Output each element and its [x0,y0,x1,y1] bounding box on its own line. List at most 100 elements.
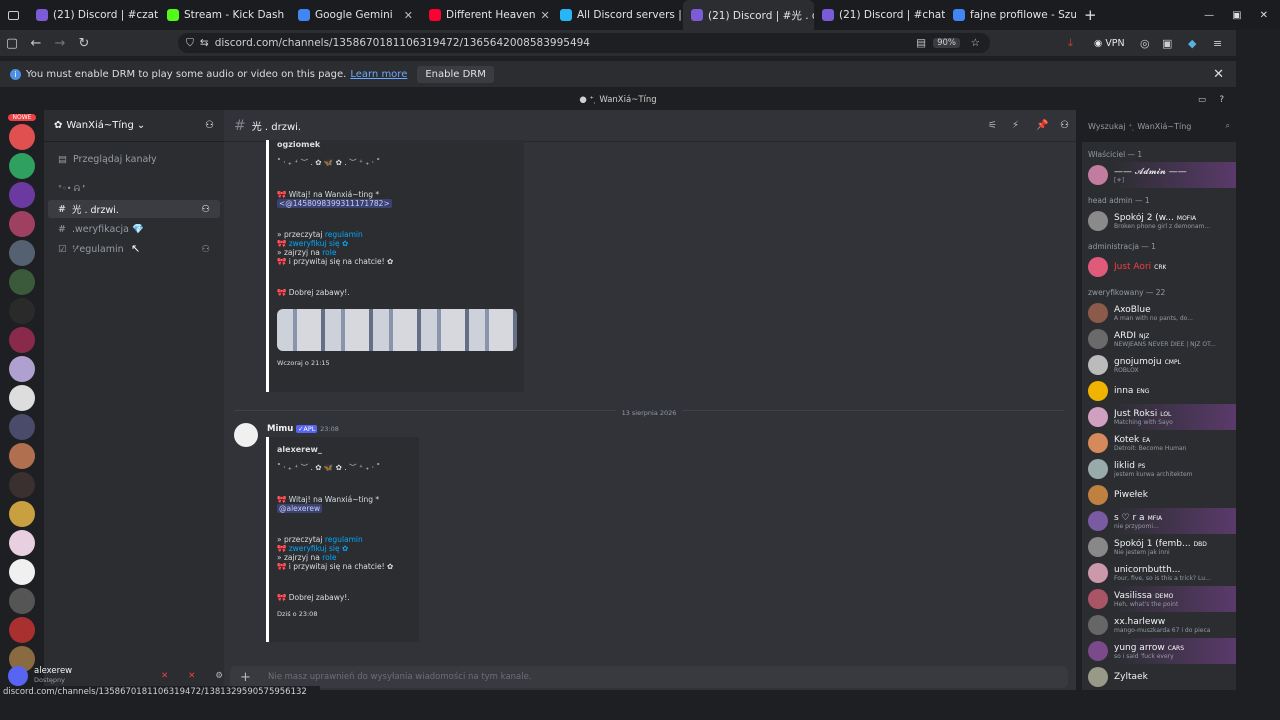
download-icon[interactable]: ⤓ [1068,36,1073,50]
server-icon[interactable] [9,588,35,614]
member-item[interactable]: inna ENG [1082,378,1236,404]
member-item[interactable]: unicornbutth... Four, five, so is this a … [1082,560,1236,586]
browser-tab[interactable]: (21) Discord | #czat✕ [28,0,159,30]
browser-tab[interactable]: Stream - Kick Dash✕ [159,0,290,30]
regulamin-link-2[interactable]: regulamin [325,535,363,544]
reload-button[interactable]: ↻ [72,36,96,51]
channel-category[interactable]: °◦• ᕱ ❜ [48,180,220,198]
browser-tab[interactable]: Google Gemini ✕ [290,0,421,30]
roles-link[interactable]: role [322,248,336,257]
mute-mic-icon[interactable]: ✕ [161,671,168,681]
new-tab-button[interactable]: + [1076,0,1105,30]
member-search-input[interactable]: Wyszukaj ⁺ ̣ WanXiá~Tíng [1088,122,1191,131]
help-icon[interactable]: ? [1219,95,1224,105]
server-icon[interactable] [9,182,35,208]
window-controls[interactable]: — ▣ ✕ [1204,10,1280,21]
member-item[interactable]: Piwełek [1082,482,1236,508]
server-icon[interactable] [9,240,35,266]
member-item[interactable]: yung arrow CARS so i said 'fuck every [1082,638,1236,664]
pin-icon[interactable]: 📌 [1036,120,1048,131]
server-icon[interactable] [9,385,35,411]
mute-icon[interactable]: ⚡ [1012,120,1019,131]
channel-item[interactable]: # .weryfikacja 💎 [48,220,220,238]
browser-tab[interactable]: (21) Discord | #chato✕ [814,0,945,30]
roles-link-2[interactable]: role [322,553,336,562]
user-mention[interactable]: <@1458098399311171782> [277,199,392,208]
url-field[interactable]: ⛉ ⇆ discord.com/channels/135867018110631… [178,33,990,53]
regulamin-link[interactable]: regulamin [325,230,363,239]
user-info[interactable]: alexerew Dostępny [34,667,72,685]
add-member-icon[interactable]: ⚇ [201,244,210,255]
member-item[interactable]: Spokój 2 (w... MOFIA Broken phone girl z d… [1082,208,1236,234]
channel-item[interactable]: # 光 . drzwi. ⚇ [48,200,220,218]
user-avatar[interactable] [8,666,28,686]
server-icon[interactable] [9,501,35,527]
member-item[interactable]: Just Roksi LOL Matching with Sayo [1082,404,1236,430]
sidebar-toggle-icon[interactable]: ▢ [0,36,24,51]
member-item[interactable]: ARDI NJZ NEWJEANS NEVER DIEE | NJZ OT... [1082,326,1236,352]
server-icon[interactable] [9,211,35,237]
browser-tab[interactable]: All Discord servers | D✕ [552,0,683,30]
close-tab-icon[interactable]: ✕ [404,9,413,22]
member-item[interactable]: xx.harleww mango-muszkarda 67 i do pieca [1082,612,1236,638]
member-list-icon[interactable]: ⚇ [1060,120,1069,131]
member-item[interactable]: —— 𝓐𝓭𝓶𝓲𝓷 —— [⚜] [1082,162,1236,188]
server-icon[interactable] [9,327,35,353]
server-icon[interactable] [9,443,35,469]
forward-button[interactable]: → [48,36,72,51]
server-icon[interactable] [9,472,35,498]
site-settings-icon[interactable]: ⇆ [200,37,209,49]
member-item[interactable]: Zyltaek [1082,664,1236,690]
close-window-icon[interactable]: ✕ [1260,10,1268,21]
browser-tab[interactable]: Different Heaven ✕ [421,0,552,30]
member-item[interactable]: AxoBlue A man with no pants, do... [1082,300,1236,326]
browser-tab[interactable]: fajne profilowe - Szuk✕ [945,0,1076,30]
threads-icon[interactable]: ⚟ [988,120,997,131]
minimize-icon[interactable]: — [1204,10,1214,21]
close-tab-icon[interactable]: ✕ [540,9,549,22]
server-icon[interactable] [9,269,35,295]
inbox-icon[interactable]: ▭ [1198,95,1206,105]
add-attachment-icon[interactable]: + [240,670,251,685]
server-icon[interactable] [9,559,35,585]
zoom-level[interactable]: 90% [933,38,960,48]
server-icon[interactable] [9,617,35,643]
server-icon[interactable] [9,414,35,440]
member-item[interactable]: Just Aori CRK [1082,254,1236,280]
user-settings-icon[interactable]: ⚙ [215,671,223,681]
enable-drm-button[interactable]: Enable DRM [417,65,494,83]
member-item[interactable]: liklid PS jestem kurwa architektem [1082,456,1236,482]
profile-icon[interactable]: ◎ [1140,37,1150,50]
server-icon[interactable] [9,298,35,324]
avatar[interactable] [234,423,258,447]
maximize-icon[interactable]: ▣ [1232,10,1241,21]
member-item[interactable]: gnojumoju CMPL ROBLOX [1082,352,1236,378]
browse-channels[interactable]: ▤ Przeglądaj kanały [48,150,220,168]
member-item[interactable]: s ♡ r a MFIA nie przypomi... [1082,508,1236,534]
member-item[interactable]: Spokój 1 (femb... DBD Nie jestem jak inni [1082,534,1236,560]
server-icon[interactable] [9,124,35,150]
back-button[interactable]: ← [24,36,48,51]
reader-icon[interactable]: ▤ [916,37,926,49]
wallet-icon[interactable]: ▣ [1162,37,1172,50]
member-item[interactable]: Vasilissa DEMO Heh, what's the point [1082,586,1236,612]
message-author[interactable]: Mimu [267,424,293,434]
extension-icon[interactable]: ◆ [1188,37,1196,50]
close-icon[interactable]: ✕ [1213,67,1224,82]
learn-more-link[interactable]: Learn more [350,69,407,80]
tab-search-button[interactable] [0,0,28,30]
deafen-icon[interactable]: ✕ [188,671,195,681]
vpn-button[interactable]: ◉ VPN [1094,38,1125,49]
server-icon[interactable] [9,356,35,382]
bookmark-star-icon[interactable]: ☆ [971,37,980,49]
server-header[interactable]: ✿ WanXiá~Tíng ⌄ ⚇ [44,110,224,142]
user-mention-2[interactable]: @alexerew [277,504,323,513]
menu-icon[interactable]: ≡ [1213,37,1222,50]
invite-icon[interactable]: ⚇ [205,120,214,131]
server-icon[interactable] [9,530,35,556]
member-search[interactable]: Wyszukaj ⁺ ̣ WanXiá~Tíng ⌕ [1082,110,1236,142]
server-icon[interactable] [9,153,35,179]
browser-tab[interactable]: (21) Discord | #光 . d✕ [683,0,814,30]
member-item[interactable]: Kotek EA Detroit: Become Human [1082,430,1236,456]
message-input[interactable]: + Nie masz uprawnień do wysyłania wiadom… [230,666,1068,688]
